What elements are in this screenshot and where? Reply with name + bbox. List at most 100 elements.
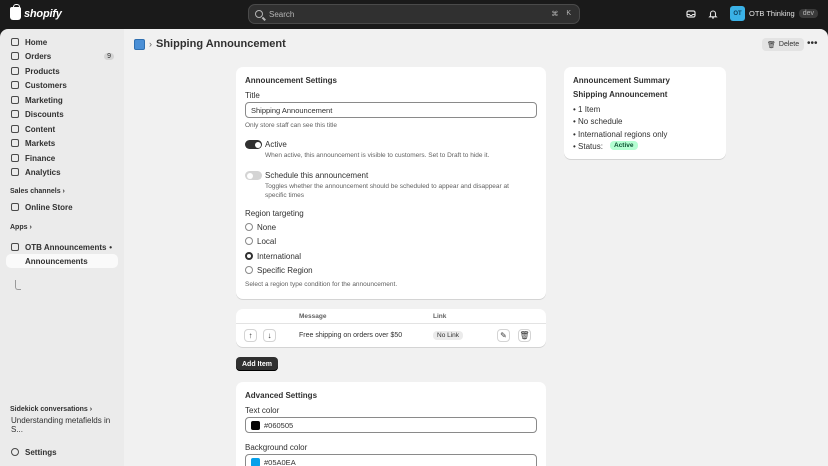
summary-line-text: No schedule: [578, 117, 623, 126]
search-bar[interactable]: Search ⌘ K: [248, 4, 580, 24]
page-title: Shipping Announcement: [156, 38, 286, 50]
region-option-label: Specific Region: [257, 266, 313, 275]
sidebar-item-label: Home: [25, 37, 48, 47]
sidebar-item-label: Discounts: [25, 109, 64, 119]
sidebar-item-label: Orders: [25, 51, 52, 61]
region-radio-international[interactable]: [245, 252, 253, 260]
sidebar-item-online-store[interactable]: Online Store: [6, 200, 118, 214]
sidebar-item-label: Marketing: [25, 95, 63, 105]
sidebar-item-customers[interactable]: Customers: [6, 78, 118, 92]
summary-line-text: 1 Item: [578, 105, 601, 114]
shortcut-key: K: [566, 10, 571, 17]
summary-status: • Status:: [573, 142, 603, 151]
sales-channels-heading[interactable]: Sales channels ›: [10, 188, 65, 195]
arrow-up-icon: ↑: [248, 331, 253, 340]
shopify-logo[interactable]: shopify: [10, 4, 62, 20]
sidebar-item-label: Products: [25, 66, 60, 76]
add-item-button[interactable]: Add Item: [236, 357, 278, 371]
column-header-message: Message: [299, 313, 327, 320]
bg-color-label: Background color: [245, 443, 308, 452]
bg-color-swatch[interactable]: [251, 457, 260, 466]
text-color-value: #060505: [264, 420, 294, 430]
text-color-input[interactable]: #060505: [245, 417, 537, 433]
sidebar-item-label: Customers: [25, 80, 67, 90]
active-help: When active, this announcement is visibl…: [265, 152, 490, 159]
header-divider: [236, 323, 546, 324]
delete-button[interactable]: 🗑 Delete: [762, 38, 805, 51]
bell-icon[interactable]: [708, 9, 718, 19]
sidebar-item-label: Content: [25, 124, 56, 134]
sidebar-item-discounts[interactable]: Discounts: [6, 107, 118, 121]
sidebar-item-analytics[interactable]: Analytics: [6, 165, 118, 179]
title-input-value: Shipping Announcement: [251, 105, 333, 115]
schedule-toggle[interactable]: [245, 171, 262, 180]
announcement-summary-card: Announcement Summary Shipping Announceme…: [564, 67, 726, 159]
shopify-bag-icon: [10, 4, 21, 20]
home-icon: [11, 38, 19, 46]
inbox-icon[interactable]: [686, 9, 696, 19]
move-up-button[interactable]: ↑: [244, 329, 257, 342]
summary-line-text: International regions only: [578, 130, 668, 139]
summary-announcement-name: Shipping Announcement: [573, 90, 668, 99]
logo-text: shopify: [24, 7, 62, 20]
status-label: Status:: [578, 142, 603, 151]
marketing-icon: [11, 96, 19, 104]
sidebar-item-label: Analytics: [25, 167, 61, 177]
sidebar-item-home[interactable]: Home: [6, 35, 118, 49]
chevron-right-icon: ›: [89, 406, 93, 413]
sidebar-item-sidekick-conversation[interactable]: Understanding metafields in S...: [6, 416, 118, 434]
app-icon: [11, 243, 19, 251]
dev-badge: dev: [798, 9, 818, 18]
summary-line: • No schedule: [573, 117, 623, 126]
store-name: OTB Thinking: [748, 9, 795, 18]
text-color-label: Text color: [245, 406, 280, 415]
move-down-button[interactable]: ↓: [263, 329, 276, 342]
bg-color-input[interactable]: #05A0EA: [245, 454, 537, 466]
edit-item-button[interactable]: ✎: [497, 329, 510, 342]
region-radio-local[interactable]: [245, 237, 253, 245]
chevron-right-icon: ›: [29, 224, 32, 231]
orders-count-badge: 9: [104, 52, 114, 60]
store-switcher[interactable]: OT OTB Thinking dev: [729, 6, 818, 21]
summary-line: • 1 Item: [573, 105, 601, 114]
sidebar-item-label: Announcements: [25, 256, 88, 266]
store-avatar: OT: [729, 6, 745, 21]
apps-label: Apps: [10, 224, 28, 231]
online-store-icon: [11, 203, 19, 211]
sidebar-item-products[interactable]: Products: [6, 64, 118, 78]
sidebar-item-content[interactable]: Content: [6, 122, 118, 136]
more-actions-button[interactable]: •••: [807, 38, 818, 49]
sidebar-item-otb-announcements[interactable]: OTB Announcements •: [6, 240, 118, 254]
item-message: Free shipping on orders over $50: [299, 332, 403, 339]
sidebar-item-label: OTB Announcements: [25, 242, 107, 252]
bg-color-value: #05A0EA: [264, 457, 296, 466]
region-option-label: Local: [257, 237, 277, 246]
apps-heading[interactable]: Apps ›: [10, 224, 32, 231]
status-badge: Active: [610, 141, 638, 150]
sidebar-item-label: Settings: [25, 447, 57, 457]
sidebar-item-label: Markets: [25, 138, 56, 148]
sidebar-item-settings[interactable]: Settings: [6, 445, 118, 459]
sidekick-label: Sidekick conversations: [10, 406, 88, 413]
text-color-swatch[interactable]: [251, 420, 260, 430]
sidebar-item-announcements[interactable]: Announcements: [6, 254, 118, 268]
title-label: Title: [245, 91, 260, 100]
delete-item-button[interactable]: 🗑: [518, 329, 531, 342]
region-radio-none[interactable]: [245, 223, 253, 231]
title-input[interactable]: Shipping Announcement: [245, 102, 537, 118]
delete-label: Delete: [778, 41, 800, 48]
sidekick-heading[interactable]: Sidekick conversations ›: [10, 406, 92, 413]
sidebar-item-finance[interactable]: Finance: [6, 151, 118, 165]
sidebar-item-markets[interactable]: Markets: [6, 136, 118, 150]
region-radio-specific[interactable]: [245, 266, 253, 274]
app-icon[interactable]: [134, 38, 145, 50]
customers-icon: [11, 81, 19, 89]
sales-channels-label: Sales channels: [10, 188, 61, 195]
sidebar-item-label: Finance: [25, 153, 56, 163]
active-toggle[interactable]: [245, 140, 262, 149]
gear-icon: [11, 448, 19, 456]
advanced-title: Advanced Settings: [245, 391, 318, 400]
tree-connector: [15, 280, 21, 290]
sidebar-item-orders[interactable]: Orders 9: [6, 49, 118, 63]
sidebar-item-marketing[interactable]: Marketing: [6, 93, 118, 107]
